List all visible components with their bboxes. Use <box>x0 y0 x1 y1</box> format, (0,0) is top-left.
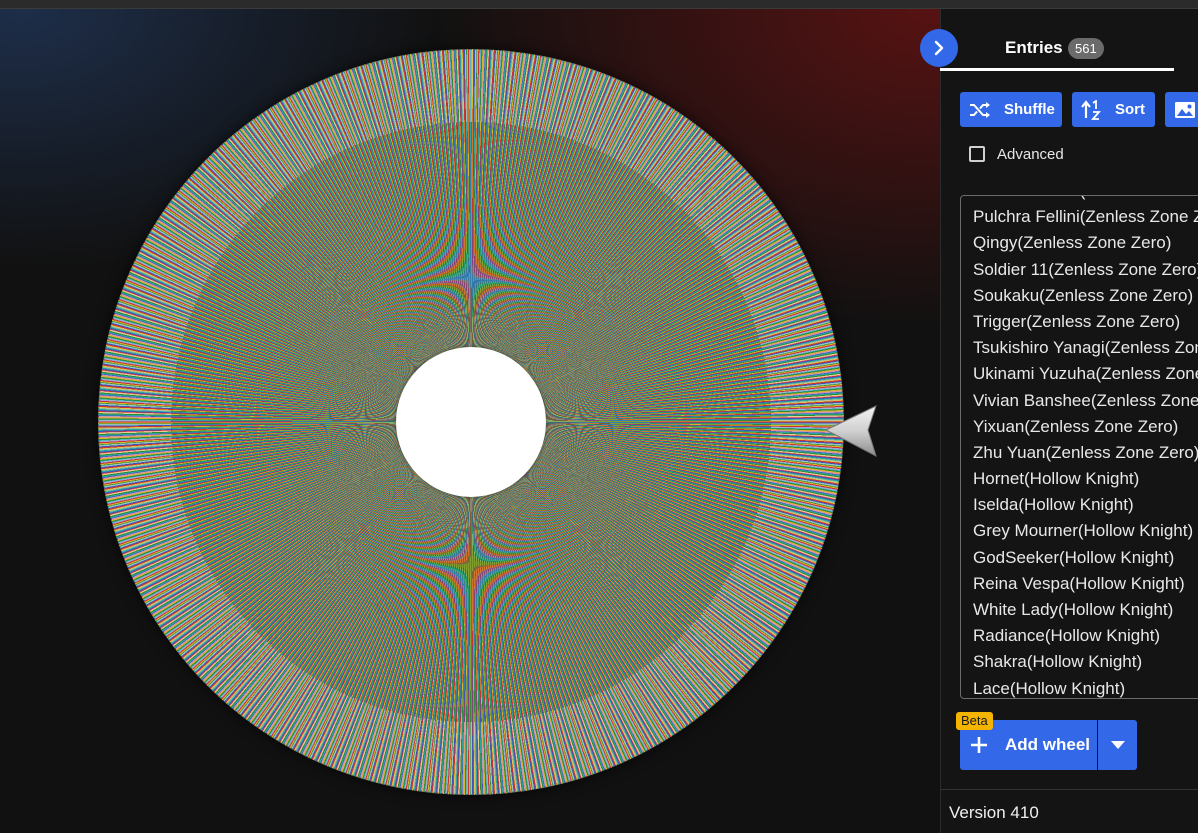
list-item: Pulchra Fellini(Zenless Zone Zero) <box>973 207 1198 227</box>
list-item: Hornet(Hollow Knight) <box>973 469 1140 489</box>
beta-badge: Beta <box>956 712 993 730</box>
list-item: Ukinami Yuzuha(Zenless Zone Zero) <box>973 364 1198 384</box>
tab-entries[interactable]: Entries 561 <box>940 27 1174 71</box>
list-item: Tsukishiro Yanagi(Zenless Zone Zero) <box>973 338 1198 358</box>
sort-label: Sort <box>1115 101 1145 118</box>
advanced-checkbox[interactable] <box>969 146 985 162</box>
list-item: Pulchra Fellini(Zenless Zone Zero) <box>973 196 1198 204</box>
caret-down-icon <box>1110 741 1125 749</box>
shuffle-icon <box>970 101 990 118</box>
add-wheel-label: Add wheel <box>1005 735 1091 754</box>
plus-icon <box>971 737 987 753</box>
list-item: Trigger(Zenless Zone Zero) <box>973 311 1181 331</box>
list-item: Soldier 11(Zenless Zone Zero) <box>973 259 1198 279</box>
version-label: Version 410 <box>949 803 1039 822</box>
list-item: Radiance(Hollow Knight) <box>973 626 1161 646</box>
entries-textarea[interactable]: Pulchra Fellini(Zenless Zone Zero) Pulch… <box>960 195 1198 699</box>
entries-count-badge: 561 <box>1068 38 1104 59</box>
list-item: Shakra(Hollow Knight) <box>973 652 1143 672</box>
add-wheel-dropdown-button[interactable] <box>1098 720 1137 770</box>
footer-divider <box>940 789 1198 790</box>
list-item: Iselda(Hollow Knight) <box>973 495 1134 515</box>
advanced-label: Advanced <box>997 146 1064 163</box>
list-item: Soukaku(Zenless Zone Zero) <box>973 285 1194 305</box>
list-item: White Lady(Hollow Knight) <box>973 600 1174 619</box>
list-item: Reina Vespa(Hollow Knight) <box>973 573 1185 593</box>
sort-icon <box>1081 99 1101 120</box>
tab-entries-label: Entries <box>1005 38 1063 57</box>
list-item: Vivian Banshee(Zenless Zone Zero) <box>973 390 1198 410</box>
shuffle-label: Shuffle <box>1004 101 1055 118</box>
wheel-pointer-icon <box>824 405 877 457</box>
sort-button[interactable]: Sort <box>1072 92 1155 127</box>
wheel-center-hub[interactable] <box>396 347 546 497</box>
top-bar <box>0 0 1198 9</box>
list-item: Zhu Yuan(Zenless Zone Zero) <box>973 442 1198 462</box>
list-item: GodSeeker(Hollow Knight) <box>973 547 1175 567</box>
list-item: Qingy(Zenless Zone Zero) <box>973 233 1172 253</box>
add-image-button[interactable] <box>1165 92 1198 127</box>
list-item: Yixuan(Zenless Zone Zero) <box>973 416 1179 436</box>
list-item: Lace(Hollow Knight) <box>973 678 1126 698</box>
image-icon <box>1175 101 1195 118</box>
shuffle-button[interactable]: Shuffle <box>960 92 1062 127</box>
list-item: Grey Mourner(Hollow Knight) <box>973 521 1194 541</box>
